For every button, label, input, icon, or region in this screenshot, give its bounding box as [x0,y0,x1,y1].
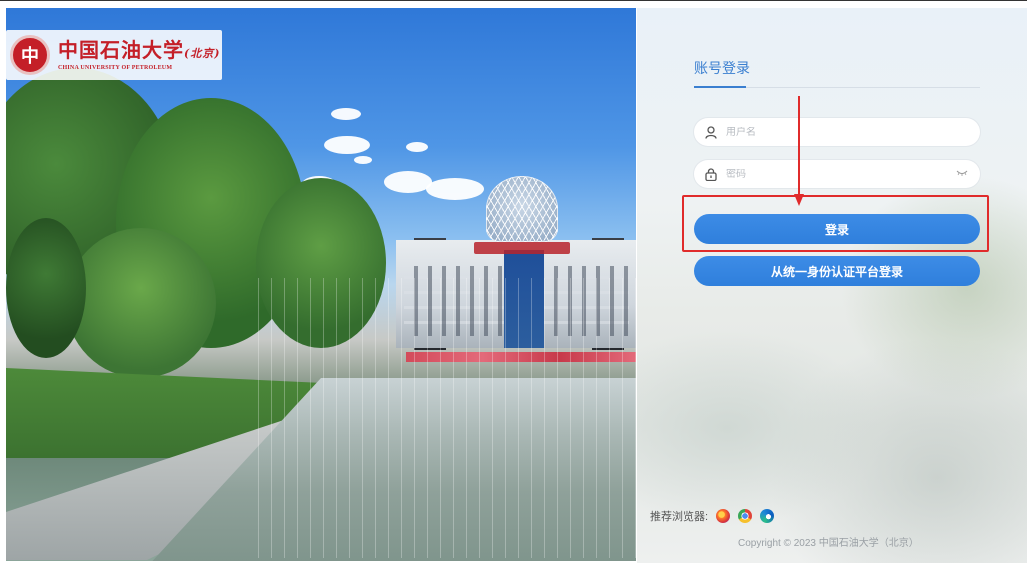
lock-icon [704,167,718,181]
username-input[interactable] [726,126,946,138]
university-seal-icon: 中 [10,35,50,75]
university-logo: 中 中国石油大学(北京) CHINA UNIVERSITY OF PETROLE… [6,30,222,80]
eye-closed-icon[interactable] [956,169,968,177]
seal-glyph: 中 [21,46,39,66]
browsers-label: 推荐浏览器: [650,511,709,523]
sso-login-button[interactable]: 从统一身份认证平台登录 [694,256,980,286]
tab-active-indicator [694,86,746,88]
campus-photo [6,8,636,561]
recommended-browsers: 推荐浏览器: [650,508,775,524]
firefox-icon [716,509,731,523]
annotation-arrow-icon [794,96,804,206]
logo-name-main: 中国石油大学 [58,38,184,62]
user-icon [704,125,718,139]
username-field[interactable] [694,118,980,146]
password-input[interactable] [726,168,946,180]
campus-dome [486,176,558,242]
tab-divider [746,87,980,88]
top-border [0,0,1027,8]
tab-account-login[interactable]: 账号登录 [694,58,750,78]
copyright-text: Copyright © 2023 中国石油大学（北京） [738,538,919,549]
chrome-icon [738,509,753,523]
logo-name-suffix: (北京) [184,47,221,60]
edge-icon [760,509,775,523]
logo-name-en: CHINA UNIVERSITY OF PETROLEUM [58,65,173,71]
annotation-highlight-box [682,195,989,252]
logo-name-cn: 中国石油大学(北京) [58,39,220,65]
password-field[interactable] [694,160,980,188]
